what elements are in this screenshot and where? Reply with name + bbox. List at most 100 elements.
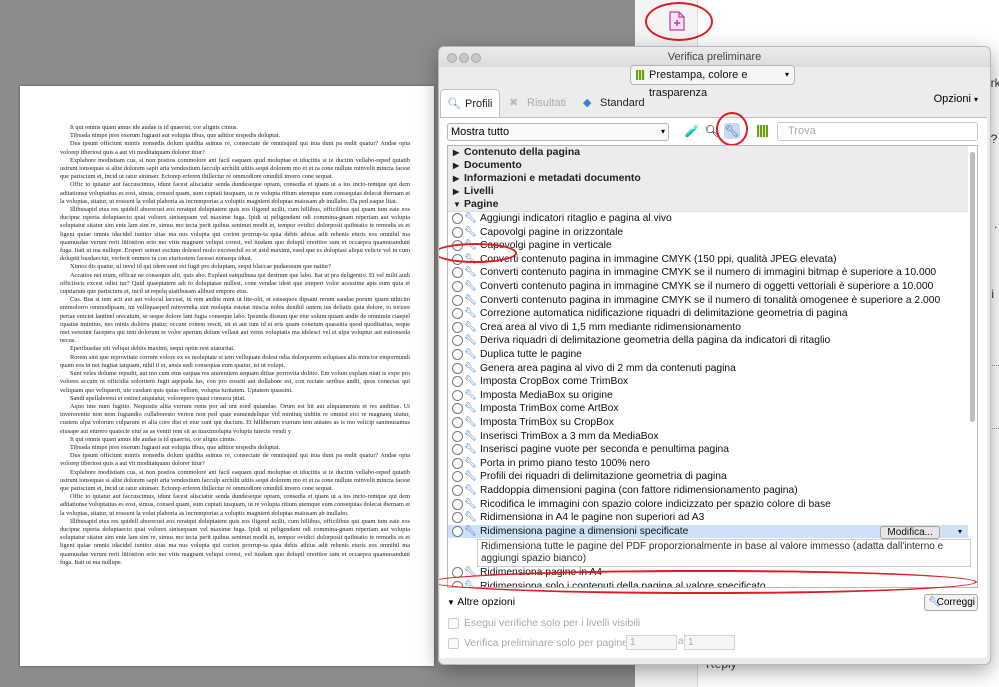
tab-profili[interactable]: 🔍︎ Profili	[440, 89, 500, 118]
fixup-row[interactable]: 🔧︎ Aggiungi indicatori ritaglio e pagina …	[448, 212, 968, 225]
option-label: Esegui verifiche solo per i livelli visi…	[464, 617, 641, 629]
fixup-row[interactable]: 🔧︎ Deriva riquadri di delimitazione geome…	[448, 334, 968, 347]
checkbox[interactable]	[448, 617, 459, 629]
results-icon: ✖	[509, 97, 519, 109]
magnifier-icon	[452, 213, 463, 224]
page-range-option[interactable]: Verifica preliminare solo per pagine da	[448, 637, 643, 649]
filter-select[interactable]: Mostra tutto ▾	[447, 123, 669, 141]
fixup-row[interactable]: 🔧︎ Capovolgi pagine in orizzontale	[448, 226, 968, 239]
fixup-row[interactable]: 🔧︎ Converti contenuto pagina in immagine …	[448, 280, 968, 293]
wrench-icon: 🔧︎	[464, 226, 477, 238]
checks-filter-icon[interactable]: 🧪	[684, 123, 700, 139]
wrench-icon: 🔧︎	[464, 389, 477, 401]
category-label: Pagine	[464, 198, 499, 210]
wrench-icon: 🔧︎	[464, 417, 477, 428]
checkbox[interactable]	[448, 637, 459, 649]
category-contenuto[interactable]: ▶ Contenuto della pagina	[448, 146, 968, 160]
fixup-label: Crea area al vivo di 1,5 mm mediante rid…	[480, 321, 741, 333]
chevron-down-icon[interactable]: ▾	[958, 525, 962, 538]
fixup-description: Ridimensiona tutte le pagine del PDF pro…	[477, 539, 971, 568]
fixup-row[interactable]: 🔧︎ Imposta CropBox come TrimBox	[448, 375, 968, 388]
magnifier-icon	[452, 281, 463, 292]
option-label: Verifica preliminare solo per pagine da	[464, 637, 643, 649]
category-label: Informazioni e metadati documento	[464, 172, 641, 184]
document-text: It qui omnis quam amus ide audae is id q…	[60, 124, 410, 567]
magnifier-icon	[452, 349, 463, 360]
fixup-row[interactable]: 🔧︎ Ricodifica le immagini con spazio colo…	[448, 498, 968, 511]
magnifier-icon	[452, 403, 463, 415]
wrench-icon: 🔧︎	[464, 457, 477, 469]
fixup-label: Ricodifica le immagini con spazio colore…	[480, 498, 831, 510]
fixup-row[interactable]: 🔧︎ Duplica tutte le pagine	[448, 348, 968, 361]
chevron-down-icon: ▾	[784, 70, 789, 79]
modify-button[interactable]: Modifica...	[880, 525, 940, 539]
fixup-row[interactable]: 🔧︎ Converti contenuto pagina in immagine …	[448, 253, 968, 266]
magnifier-icon	[452, 226, 463, 238]
library-icon	[636, 70, 645, 80]
fixup-label: Imposta TrimBox su CropBox	[480, 417, 614, 428]
fix-button[interactable]: 🔧︎ Correggi	[924, 594, 978, 611]
magnifier-icon	[452, 485, 463, 496]
fixup-label: Converti contenuto pagina in immagine CM…	[480, 281, 934, 292]
fixup-row[interactable]: 🔧︎ Capovolgi pagine in verticale	[448, 239, 968, 252]
fixup-label: Ridimensiona in A4 le pagine non superio…	[480, 512, 705, 524]
fixup-row[interactable]: 🔧︎ Converti contenuto pagina in immagine …	[448, 266, 968, 279]
fixup-row[interactable]: 🔧︎ Correzione automatica nidificazione ri…	[448, 307, 968, 320]
page-from-input[interactable]: 1	[626, 635, 677, 650]
magnifier-icon: 🔍︎	[447, 98, 461, 110]
fixup-label: Converti contenuto pagina in immagine CM…	[480, 294, 941, 306]
magnifier-icon	[452, 417, 463, 428]
fixup-label: Duplica tutte le pagine	[480, 349, 582, 360]
category-documento[interactable]: ▶ Documento	[448, 159, 968, 173]
fixup-row[interactable]: 🔧︎ Porta in primo piano testo 100% nero	[448, 457, 968, 470]
document-paragraph: Offic to quiatur aut faccuscimus, idunt …	[60, 493, 412, 517]
annotation-circle	[439, 570, 977, 594]
document-paragraph: Aquo ime num fugitio. Nequistis alita ve…	[60, 402, 412, 435]
magnifier-icon	[452, 525, 463, 537]
magnifier-icon	[452, 376, 463, 388]
document-paragraph: Illibusapid etus res quidell aborecust e…	[60, 517, 412, 566]
page-to-input[interactable]: 1	[684, 635, 735, 650]
search-input[interactable]: Trova	[777, 122, 978, 141]
fixup-row[interactable]: 🔧︎ Crea area al vivo di 1,5 mm mediante r…	[448, 321, 968, 334]
scrollbar[interactable]	[970, 152, 975, 422]
wrench-icon: 🔧︎	[464, 525, 477, 537]
fixup-label: Converti contenuto pagina in immagine CM…	[480, 253, 837, 265]
category-livelli[interactable]: ▶ Livelli	[448, 185, 968, 199]
document-paragraph: Tibusda nimpe pres exerum fugiasit aut v…	[70, 443, 281, 451]
more-options-toggle[interactable]: ▼ Altre opzioni	[447, 596, 515, 608]
fixup-row[interactable]: 🔧︎ Ridimensiona in A4 le pagine non super…	[448, 511, 968, 524]
category-label: Contenuto della pagina	[464, 146, 581, 158]
wrench-icon: 🔧︎	[464, 335, 477, 347]
fixup-row[interactable]: 🔧︎ Inserisci pagine vuote per seconda e p…	[448, 443, 968, 456]
category-informazioni[interactable]: ▶ Informazioni e metadati documento	[448, 172, 968, 186]
wrench-icon: 🔧︎	[464, 498, 477, 510]
chevron-right-icon: ▶	[453, 148, 460, 157]
library-icon[interactable]	[757, 125, 768, 137]
magnifier-icon	[452, 267, 463, 279]
document-paragraph: Cus. Bus si tem acit aut aut volocul lac…	[60, 296, 412, 345]
category-pagine[interactable]: ▼ Pagine	[448, 198, 968, 212]
fixup-row[interactable]: 🔧︎ Imposta TrimBox come ArtBox	[448, 402, 968, 415]
document-paragraph: Explabore modistiam cus, si non postios …	[60, 156, 412, 181]
fixup-label: Correzione automatica nidificazione riqu…	[480, 308, 848, 320]
document-paragraph: Sandi apellaborest et estinct atquiatur,…	[70, 394, 246, 402]
visible-layers-option[interactable]: Esegui verifiche solo per i livelli visi…	[448, 617, 640, 629]
tab-label: Profili	[465, 98, 493, 110]
fixup-row[interactable]: 🔧︎ Genera area pagina al vivo di 2 mm da …	[448, 362, 968, 375]
document-page: It qui omnis quam amus ide audae is id q…	[20, 86, 434, 666]
selected-fixup-row[interactable]: 🔧︎ Ridimensiona pagine a dimensioni speci…	[448, 524, 968, 539]
fixup-row[interactable]: 🔧︎ Inserisci TrimBox a 3 mm da MediaBox	[448, 430, 968, 443]
profile-library-select[interactable]: Prestampa, colore e trasparenza ▾	[630, 65, 795, 99]
fixup-row[interactable]: 🔧︎ Converti contenuto pagina in immagine …	[448, 294, 968, 307]
wrench-icon: 🔧︎	[928, 597, 941, 608]
fixup-row[interactable]: 🔧︎ Imposta TrimBox su CropBox	[448, 416, 968, 429]
more-options-label: Altre opzioni	[457, 596, 516, 608]
options-menu[interactable]: Opzioni ▾	[934, 93, 978, 105]
fixup-label: Porta in primo piano testo 100% nero	[480, 457, 650, 469]
fixup-list[interactable]: ▶ Contenuto della pagina ▶ Documento ▶ Info…	[447, 145, 978, 588]
wrench-icon: 🔧︎	[464, 376, 477, 388]
fixup-row[interactable]: 🔧︎ Raddoppia dimensioni pagina (con fatto…	[448, 484, 968, 497]
fixup-row[interactable]: 🔧︎ Imposta MediaBox su origine	[448, 389, 968, 402]
fixup-row[interactable]: 🔧︎ Profili dei riquadri di delimitazione …	[448, 470, 968, 483]
